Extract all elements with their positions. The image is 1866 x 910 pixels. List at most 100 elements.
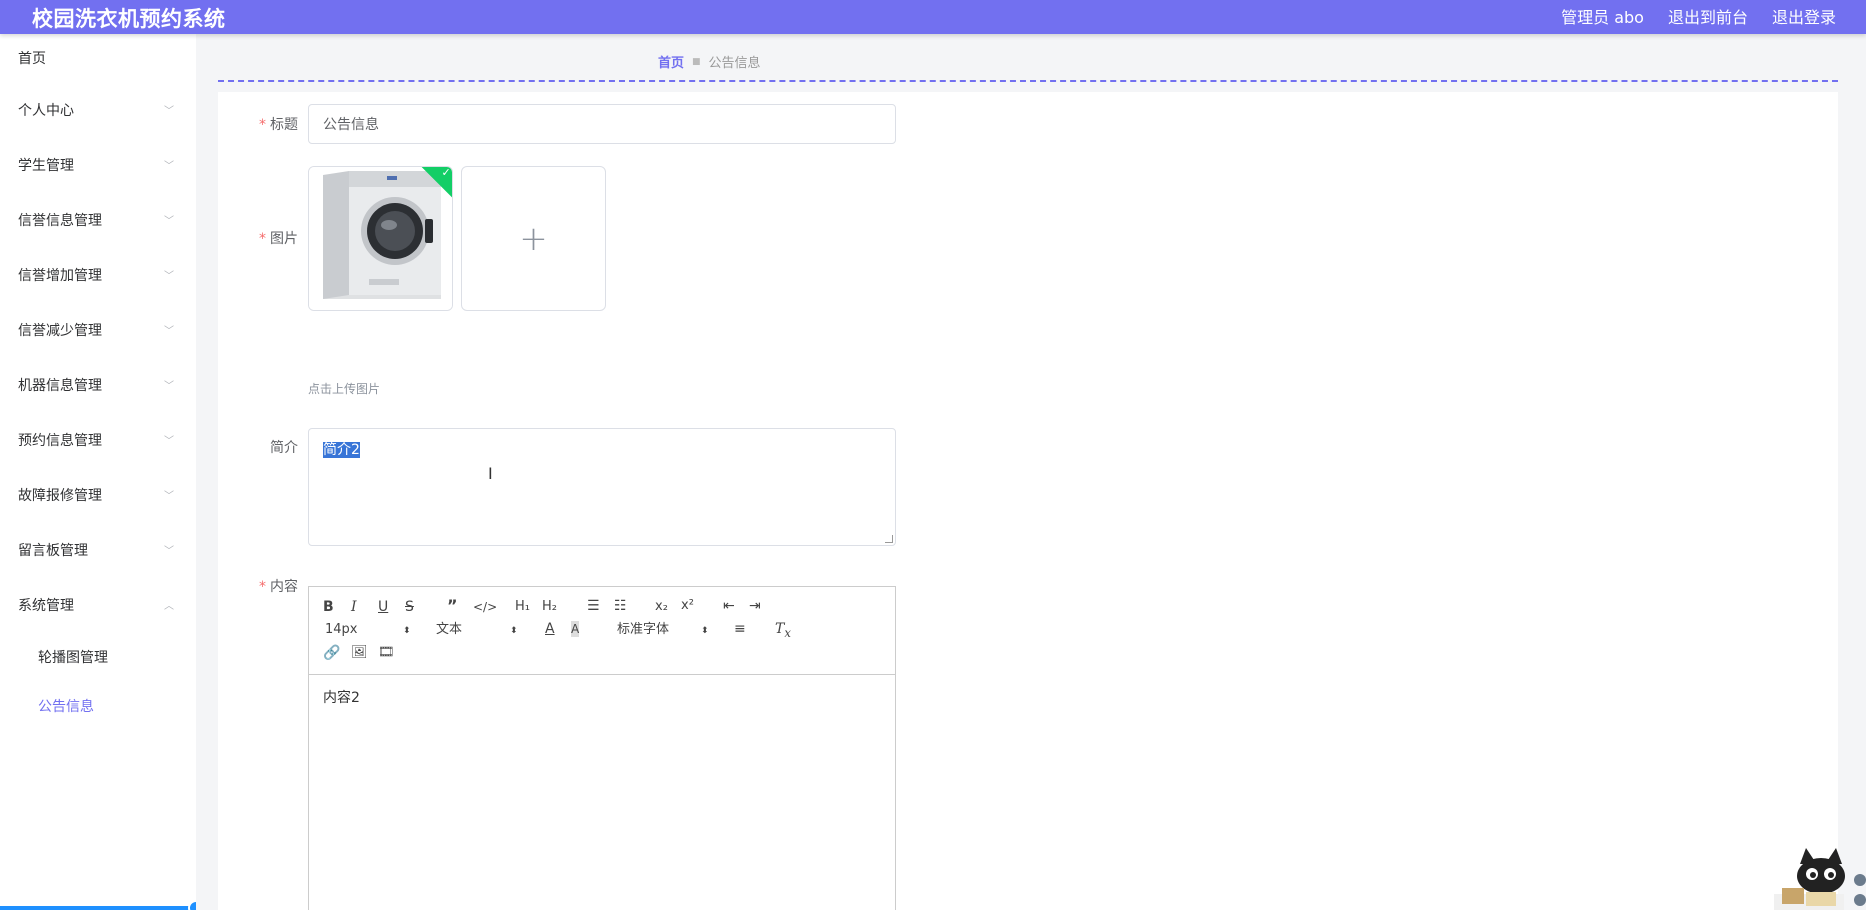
sidebar-item-credit-increase[interactable]: 信誉增加管理 ﹀ [0, 249, 196, 304]
indent-icon[interactable]: ⇥ [749, 598, 761, 614]
underline-icon[interactable]: U [378, 599, 388, 615]
sidebar-item-label: 机器信息管理 [18, 378, 102, 394]
sidebar-item-label: 个人中心 [18, 103, 74, 119]
text-cursor-icon: I [488, 464, 493, 483]
sidebar-item-reservations[interactable]: 预约信息管理 ﹀ [0, 414, 196, 469]
blockquote-icon[interactable]: ” [447, 598, 458, 614]
sidebar-item-label: 故障报修管理 [18, 488, 102, 504]
content-label: * 内容 [218, 576, 298, 596]
sidebar-item-label: 首页 [18, 51, 46, 67]
sidebar-item-home[interactable]: 首页 [0, 34, 196, 84]
sidebar-scroll-track [0, 906, 200, 910]
app-title: 校园洗衣机预约系统 [32, 7, 226, 31]
superscript-icon[interactable]: x² [681, 598, 694, 614]
chevron-down-icon: ﹀ [164, 491, 174, 502]
code-block-icon[interactable]: </> [473, 599, 497, 615]
italic-icon[interactable]: I [351, 599, 357, 615]
link-icon[interactable]: 🔗 [323, 645, 340, 661]
chevron-down-icon: ﹀ [164, 381, 174, 392]
outdent-icon[interactable]: ⇤ [723, 598, 735, 614]
intro-label-text: 简介 [270, 440, 298, 456]
check-icon: ✓ [441, 166, 451, 179]
required-mark: * [259, 579, 266, 595]
clear-format-icon[interactable]: Tx [775, 621, 791, 641]
image-icon[interactable]: 🖼 [351, 645, 368, 661]
image-label-text: 图片 [270, 231, 298, 247]
sidebar-item-label: 信誉增加管理 [18, 268, 102, 284]
title-input[interactable] [308, 104, 896, 144]
editor-content-area[interactable]: 内容2 [309, 675, 895, 719]
video-icon[interactable]: 🎞 [378, 645, 395, 661]
intro-text: 简介2 [323, 442, 360, 458]
exit-to-front-link[interactable]: 退出到前台 [1668, 4, 1748, 28]
main-content: 首页 ■ 公告信息 *标题 *图片 ✓ [196, 34, 1866, 910]
editor-toolbar: B I U S ” </> H₁ H₂ ☰ ☷ x₂ x² ⇤ ⇥ 14px ⬍ … [309, 587, 895, 675]
heading-2-icon[interactable]: H₂ [542, 599, 557, 615]
plus-icon: + [519, 218, 548, 259]
dashed-divider [218, 80, 1838, 82]
breadcrumb: 首页 ■ 公告信息 [658, 52, 761, 71]
breadcrumb-current: 公告信息 [708, 56, 761, 71]
title-label-text: 标题 [270, 117, 298, 133]
admin-user[interactable]: 管理员 abo [1561, 4, 1644, 28]
ordered-list-icon[interactable]: ☰ [587, 598, 600, 614]
required-mark: * [259, 231, 266, 247]
content-label-text: 内容 [270, 579, 298, 595]
rich-text-editor: B I U S ” </> H₁ H₂ ☰ ☷ x₂ x² ⇤ ⇥ 14px ⬍ … [308, 586, 896, 910]
editor-content-text: 内容2 [323, 690, 360, 706]
intro-label: 简介 [218, 437, 298, 457]
chevron-down-icon: ﹀ [164, 436, 174, 447]
font-size-select[interactable]: 14px ⬍ [325, 622, 411, 638]
chevron-down-icon: ﹀ [164, 546, 174, 557]
bullet-list-icon[interactable]: ☷ [614, 598, 627, 614]
heading-1-icon[interactable]: H₁ [515, 599, 530, 615]
chevron-down-icon: ﹀ [164, 216, 174, 227]
background-color-icon[interactable]: A [571, 621, 580, 637]
sidebar-item-label: 预约信息管理 [18, 433, 102, 449]
font-color-icon[interactable]: A [545, 621, 555, 637]
breadcrumb-separator-icon: ■ [692, 56, 701, 67]
top-actions: 管理员 abo 退出到前台 退出登录 [1561, 4, 1836, 28]
chevron-down-icon: ﹀ [164, 161, 174, 172]
resize-handle-icon[interactable] [885, 535, 893, 543]
select-arrows-icon: ⬍ [403, 626, 411, 636]
sidebar-item-students[interactable]: 学生管理 ﹀ [0, 139, 196, 194]
breadcrumb-home[interactable]: 首页 [658, 52, 684, 71]
required-mark: * [259, 117, 266, 133]
sidebar-item-repairs[interactable]: 故障报修管理 ﹀ [0, 469, 196, 524]
sidebar-subitem-carousel[interactable]: 轮播图管理 [0, 634, 196, 683]
sidebar-item-machines[interactable]: 机器信息管理 ﹀ [0, 359, 196, 414]
logout-link[interactable]: 退出登录 [1772, 4, 1836, 28]
sidebar-item-personal-center[interactable]: 个人中心 ﹀ [0, 84, 196, 139]
strikethrough-icon[interactable]: S [405, 599, 414, 615]
align-icon[interactable]: ≡ [734, 621, 746, 637]
form-card: *标题 *图片 ✓ + 点击上传图片 简介 [218, 92, 1838, 910]
header-select[interactable]: 文本 ⬍ [436, 622, 518, 638]
sidebar-item-credit-decrease[interactable]: 信誉减少管理 ﹀ [0, 304, 196, 359]
select-arrows-icon: ⬍ [510, 626, 518, 636]
sidebar-subitem-notices[interactable]: 公告信息 [0, 683, 196, 732]
bold-icon[interactable]: B [323, 599, 334, 615]
title-label: * 标题 [218, 114, 298, 134]
chevron-down-icon: ﹀ [164, 326, 174, 337]
uploaded-image-thumbnail[interactable]: ✓ [308, 166, 453, 311]
sidebar-item-label: 学生管理 [18, 158, 74, 174]
washing-machine-image [309, 167, 452, 310]
sidebar-item-credit-info[interactable]: 信誉信息管理 ﹀ [0, 194, 196, 249]
select-arrows-icon: ⬍ [701, 626, 709, 636]
upload-add-button[interactable]: + [461, 166, 606, 311]
cat-mascot-image [1774, 848, 1866, 910]
upload-hint: 点击上传图片 [308, 382, 381, 396]
subscript-icon[interactable]: x₂ [655, 599, 668, 615]
chevron-down-icon: ﹀ [164, 106, 174, 117]
header-select-value: 文本 [436, 622, 463, 637]
intro-textarea[interactable]: 简介2 [308, 428, 896, 546]
sidebar-item-label: 信誉信息管理 [18, 213, 102, 229]
sidebar: 首页 个人中心 ﹀ 学生管理 ﹀ 信誉信息管理 ﹀ 信誉增加管理 ﹀ 信誉减少管理 ﹀ 机… [0, 34, 204, 910]
sidebar-item-message-board[interactable]: 留言板管理 ﹀ [0, 524, 196, 579]
sidebar-item-label: 信誉减少管理 [18, 323, 102, 339]
sidebar-item-system[interactable]: 系统管理 ︿ [0, 579, 196, 634]
font-size-value: 14px [325, 622, 358, 637]
sidebar-item-label: 系统管理 [18, 598, 74, 614]
font-family-select[interactable]: 标准字体 ⬍ [617, 622, 709, 638]
